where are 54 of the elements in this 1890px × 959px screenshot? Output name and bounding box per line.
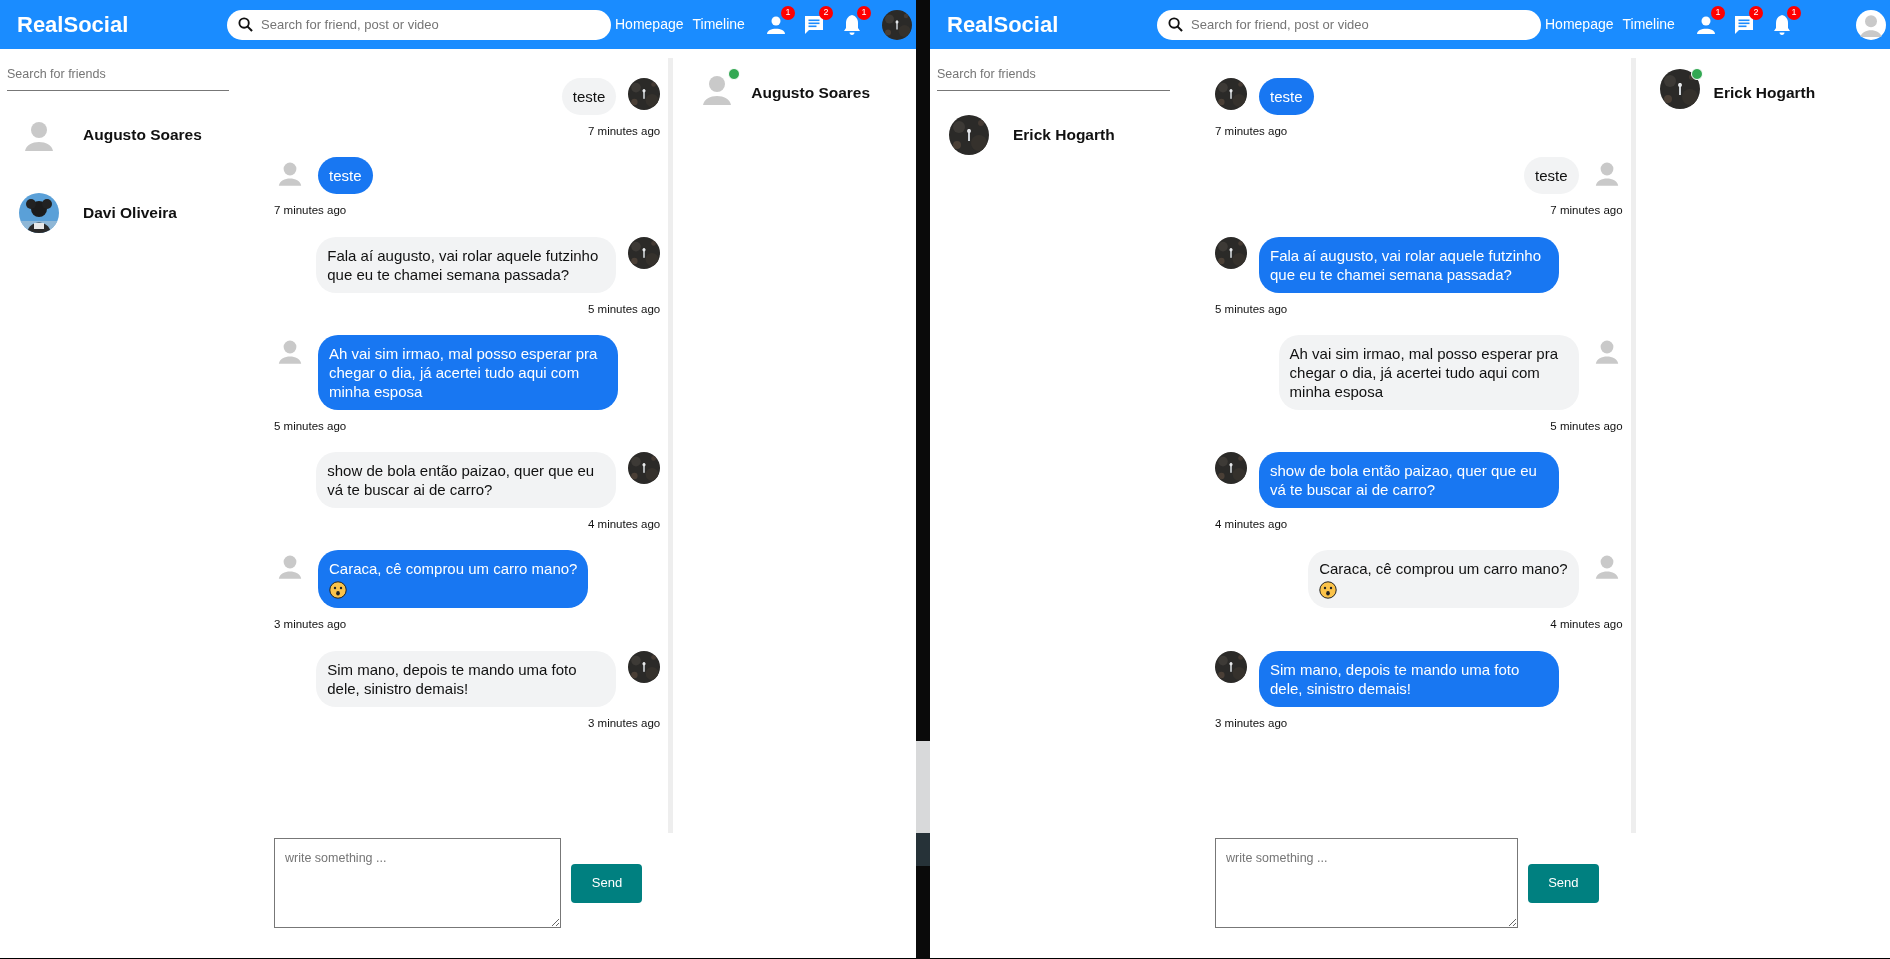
timestamp: 5 minutes ago [1549,418,1623,434]
friend-name[interactable]: Augusto Soares [83,123,202,147]
search-field[interactable]: Search for friend, post or video [227,9,611,40]
count-badge: 1 [1710,5,1725,20]
search-field[interactable]: Search for friend, post or video [1157,9,1541,40]
count-badge: 1 [780,5,795,20]
message-bubble: show de bola então paizao, quer que eu vá te buscar ai de carro? [1259,452,1559,508]
message-bubble: Caraca, cê comprou um carro mano? [1308,550,1579,609]
nav-link[interactable]: Timeline [1622,14,1675,35]
message-bubble: Sim mano, depois te mando uma foto dele, sinistro demais! [1259,650,1559,707]
avatar-icon [1856,9,1886,40]
timestamp: 7 minutes ago [587,124,661,139]
nav-link[interactable]: Homepage [615,14,684,35]
brand-logo[interactable]: RealSocial [17,8,227,41]
friend-name[interactable]: Erick Hogarth [1013,123,1115,147]
count-badge: 1 [1786,5,1801,20]
brand-logo[interactable]: RealSocial [947,8,1157,41]
count-badge: 1 [856,5,871,20]
count-badge: 2 [1748,5,1763,20]
timestamp: 5 minutes ago [274,418,348,434]
count-badge: 2 [818,5,833,20]
message-bubble: Ah vai sim irmao, mal posso esperar pra chegar o dia, já acertei tudo aqui com minha esposa [1278,334,1579,410]
timestamp: 7 minutes ago [274,203,348,219]
message-input[interactable]: write something ... [274,838,562,928]
message-bubble: Ah vai sim irmao, mal posso esperar pra chegar o dia, já acertei tudo aqui com minha esposa [318,334,618,410]
timestamp: 3 minutes ago [1215,715,1289,731]
timestamp: 5 minutes ago [587,301,661,317]
timestamp: 4 minutes ago [1215,517,1289,532]
message-bubble: teste [561,78,617,115]
message-bubble: Caraca, cê comprou um carro mano? [318,550,589,609]
timestamp: 4 minutes ago [1549,617,1623,633]
friend-name[interactable]: Davi Oliveira [83,201,177,225]
timestamp: 3 minutes ago [274,617,348,633]
timestamp: 4 minutes ago [587,517,661,532]
message-bubble: Sim mano, depois te mando uma foto dele, sinistro demais! [316,650,617,707]
message-input[interactable]: write something ... [1215,838,1518,928]
send-button[interactable]: Send [1527,863,1599,903]
timestamp: 5 minutes ago [1215,301,1289,317]
nav-link[interactable]: Homepage [1545,14,1614,35]
friend-name[interactable]: Augusto Soares [751,80,871,105]
timestamp: 7 minutes ago [1215,124,1289,139]
surprised-face-icon [1319,581,1338,600]
message-bubble: show de bola então paizao, quer que eu vá te buscar ai de carro? [316,452,617,508]
send-button[interactable]: Send [571,863,643,903]
message-bubble: teste [318,157,373,195]
timestamp: 7 minutes ago [1549,203,1623,219]
message-bubble: teste [1259,78,1314,115]
friend-name[interactable]: Erick Hogarth [1713,80,1816,105]
surprised-face-icon [329,581,347,600]
message-bubble: teste [1524,157,1579,195]
message-bubble: Fala aí augusto, vai rolar aquele futzinho que eu te chamei semana passada? [1259,236,1559,293]
message-bubble: Fala aí augusto, vai rolar aquele futzinho que eu te chamei semana passada? [316,236,617,293]
nav-link[interactable]: Timeline [692,14,745,35]
timestamp: 3 minutes ago [587,715,661,731]
